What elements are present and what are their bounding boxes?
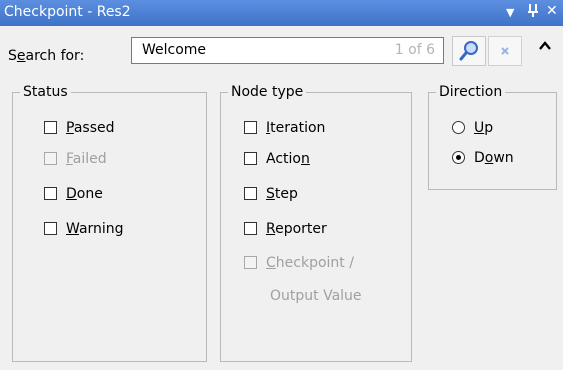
find-button[interactable] [452, 36, 486, 66]
checkbox-label: Checkpoint / [266, 255, 354, 271]
checkbox-box[interactable] [244, 222, 257, 235]
clear-icon [501, 47, 509, 55]
checkbox-label: Reporter [266, 221, 327, 237]
window-title: Checkpoint - Res2 [4, 4, 131, 20]
window-menu-dropdown-icon[interactable]: ▼ [506, 6, 514, 19]
status-legend: Status [23, 84, 68, 100]
search-label-accesskey: e [16, 48, 26, 64]
node-type-legend: Node type [231, 84, 304, 100]
checkbox-label-line2: Output Value [270, 288, 362, 304]
close-icon[interactable]: ✕ [546, 3, 558, 19]
chevron-up-icon [539, 41, 551, 50]
checkbox-label: Warning [66, 221, 124, 237]
checkbox-box[interactable] [244, 121, 257, 134]
search-label: Search for: [8, 48, 84, 64]
search-label-part: S [8, 48, 17, 64]
checkbox-box[interactable] [244, 187, 257, 200]
checkbox-box[interactable] [44, 222, 57, 235]
search-icon [459, 41, 478, 61]
checkbox-box[interactable] [44, 121, 57, 134]
direction-group: Direction [428, 84, 557, 190]
search-input[interactable]: Welcome 1 of 6 [131, 37, 444, 64]
checkbox-box[interactable] [244, 152, 257, 165]
search-input-value: Welcome [142, 42, 207, 58]
checkbox-box [244, 256, 257, 269]
checkbox-label: Failed [66, 151, 107, 167]
title-bar: Checkpoint - Res2 ▼ ✕ [0, 0, 563, 26]
direction-legend: Direction [439, 84, 503, 100]
clear-search-button[interactable] [488, 36, 522, 66]
radio-dot[interactable] [452, 121, 465, 134]
radio-label: Down [474, 150, 514, 166]
checkbox-label: Step [266, 186, 298, 202]
checkbox-label: Iteration [266, 120, 326, 136]
radio-dot[interactable] [452, 151, 465, 164]
collapse-search-button[interactable] [538, 38, 552, 57]
checkbox-box[interactable] [44, 187, 57, 200]
search-label-part: arch for: [25, 48, 85, 64]
radio-label: Up [474, 120, 494, 136]
match-count: 1 of 6 [394, 42, 435, 58]
checkbox-box [44, 152, 57, 165]
checkbox-label: Action [266, 151, 310, 167]
checkbox-label: Done [66, 186, 103, 202]
pin-icon-graphic [528, 4, 538, 17]
checkbox-label: Passed [66, 120, 115, 136]
pin-icon[interactable] [527, 3, 539, 21]
